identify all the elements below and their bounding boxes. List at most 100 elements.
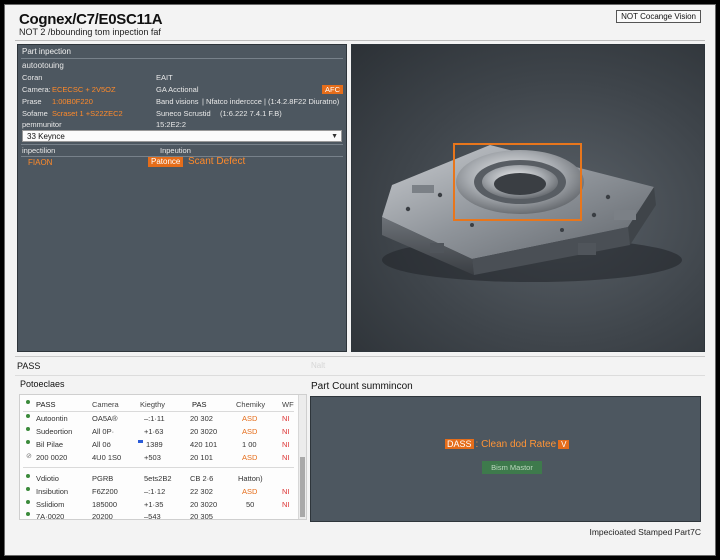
table-row[interactable]: ⊘ 200 0020 4U0 1S0 +503 20 101 ASD NI: [20, 452, 296, 464]
status-dot-icon: [26, 500, 30, 504]
cell: Sslidiom: [36, 500, 65, 509]
chevron-down-icon[interactable]: V: [558, 440, 570, 449]
cell: –:1·11: [144, 414, 165, 423]
column-header[interactable]: Chemiky: [236, 400, 265, 409]
section-title: autootouing: [22, 61, 64, 70]
cell: CB 2·6: [190, 474, 214, 483]
afc-chip[interactable]: AFC: [322, 85, 343, 94]
table-title: Potoeclaes: [20, 379, 65, 389]
camera-select[interactable]: 33 Keynce ▼: [22, 130, 342, 142]
summary-headline: DASS: Clean dod Ratee V: [445, 438, 570, 451]
cell: NI: [282, 440, 290, 449]
setting-label: Camera:: [22, 85, 51, 94]
table-scrollbar[interactable]: [298, 395, 306, 519]
table-row[interactable]: Insibution F6Z200 –:1·12 22 302 ASD NI: [20, 486, 296, 498]
cell: 200 0020: [36, 453, 68, 462]
status-dot-icon: [26, 487, 30, 491]
cell: All 0ö: [92, 440, 111, 449]
cell: NI: [282, 487, 290, 496]
table-row[interactable]: Sudeortion All 0P· +1·63 20 3020 ASD NI: [20, 426, 296, 438]
cell: NI: [282, 453, 290, 462]
pass-chip[interactable]: DASS: [445, 439, 474, 449]
scrollbar-thumb[interactable]: [300, 457, 305, 517]
table-row[interactable]: Sslidiom 185000 +1·35 20 3020 50 NI: [20, 499, 296, 511]
setting-row[interactable]: Coran EAIT: [22, 72, 342, 84]
summary-panel: DASS: Clean dod Ratee V Bism Mastor: [310, 396, 701, 522]
status-dot-icon: [26, 427, 30, 431]
cell: 20 3020: [190, 427, 218, 436]
setting-label: Prase: [22, 97, 42, 106]
setting-label: Sofame: [22, 109, 48, 118]
detection-bounding-box[interactable]: [453, 143, 582, 221]
bism-mastor-button[interactable]: Bism Mastor: [482, 461, 542, 474]
cell: F6Z200: [92, 487, 118, 496]
status-dot-icon: [26, 440, 30, 444]
header-divider: [15, 40, 705, 41]
setting-row[interactable]: Camera: ECECSC + 2V5OZ GA Acctional AFC: [22, 84, 343, 96]
table-row[interactable]: Vdiotio PGRB 5ets2B2 CB 2·6 Hatton): [20, 473, 296, 485]
column-header[interactable]: PASS: [36, 400, 55, 409]
cell: Sudeortion: [36, 427, 73, 436]
cell: 5ets2B2: [144, 474, 172, 483]
cell: ASD: [242, 427, 258, 436]
cell: 20 101: [190, 453, 213, 462]
progress-marker: [138, 440, 143, 443]
table-row[interactable]: Autoontin OA5A® –:1·11 20 302 ASD NI: [20, 413, 296, 425]
cell: 1389: [146, 440, 163, 449]
cell: Bil Pilae: [36, 440, 64, 449]
cell: OA5A®: [92, 414, 118, 423]
vision-badge[interactable]: NOT Cocange Vision: [616, 10, 701, 23]
parameter-label: pemmunitor: [22, 120, 62, 129]
panel-divider: [21, 58, 343, 59]
cell: 185000: [92, 500, 118, 509]
setting-row[interactable]: Prase 1:00B0F220 Band visions | Nfatco i…: [22, 96, 342, 108]
column-header[interactable]: PAS: [192, 400, 206, 409]
column-header[interactable]: Camera: [92, 400, 119, 409]
table-header-row: PASS Camera Kiegthy PAS Chemiky WF: [20, 399, 296, 411]
table-row[interactable]: Bil Pilae All 0ö 1389 420 101 1 00 NI: [20, 439, 296, 451]
setting-right-value: (1:6.222 7.4.1 F.B): [220, 109, 282, 118]
setting-value: Scraset 1 +S22ZEC2: [52, 109, 123, 118]
inspection-settings-panel: Part inpection autootouing Coran EAIT Ca…: [17, 44, 347, 352]
cell: –543: [144, 512, 161, 520]
setting-right-label: Band visions: [156, 97, 199, 106]
table-row[interactable]: 7A·0020 20200 –543 20 305: [20, 511, 296, 520]
result-left: FIAON: [28, 158, 53, 167]
status-dot-icon: [26, 512, 30, 516]
ghost-status: Nalt: [311, 361, 326, 370]
cell: +1·35: [144, 500, 164, 509]
setting-right-value: | Nfatco inderccce | (1:4.2.8F22 Diuratn…: [202, 97, 340, 106]
cell: Insibution: [36, 487, 69, 496]
cell: 1 00: [242, 440, 257, 449]
setting-value: ECECSC + 2V5OZ: [52, 85, 116, 94]
column-header[interactable]: WF: [282, 400, 294, 409]
setting-right-label: EAIT: [156, 73, 173, 82]
results-table: PASS Camera Kiegthy PAS Chemiky WF Autoo…: [19, 394, 307, 520]
cell: 20 305: [190, 512, 213, 520]
row-divider: [23, 411, 294, 412]
cell: NI: [282, 427, 290, 436]
cell: 22 302: [190, 487, 213, 496]
status-dot-icon: [26, 474, 30, 478]
setting-right-label: Suneco Scrustid: [156, 109, 211, 118]
column-header[interactable]: Kiegthy: [140, 400, 165, 409]
cell: 4U0 1S0: [92, 453, 122, 462]
cell: 7A·0020: [36, 512, 65, 520]
cell: NI: [282, 414, 290, 423]
cell: 20 3020: [190, 500, 218, 509]
cell: NI: [282, 500, 290, 509]
cell: ASD: [242, 487, 258, 496]
inspection-right-label: Inpeution: [160, 146, 191, 155]
chevron-down-icon[interactable]: ▼: [331, 131, 338, 142]
setting-value: 1:00B0F220: [52, 97, 93, 106]
pass-status: PASS: [17, 361, 41, 371]
cell: All 0P·: [92, 427, 115, 436]
camera-image-panel[interactable]: [351, 44, 705, 352]
cell: 50: [246, 500, 255, 509]
parameter-value: 15:2E2:2: [156, 120, 187, 129]
app-subtitle: NOT 2 /bbounding tom inpection faf: [19, 27, 161, 37]
row-divider: [23, 467, 294, 468]
setting-right-label: GA Acctional: [156, 85, 199, 94]
patonce-button[interactable]: Patonce: [148, 157, 184, 167]
select-value: 33 Keynce: [27, 132, 65, 141]
